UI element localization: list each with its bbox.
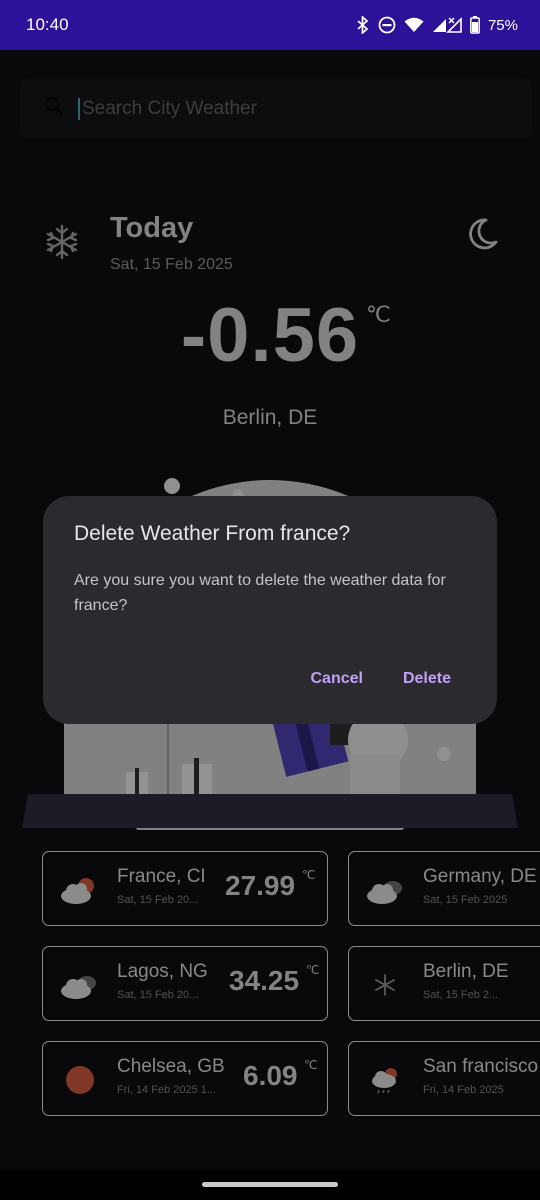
- bluetooth-icon: [356, 16, 370, 34]
- do-not-disturb-icon: [378, 16, 396, 34]
- battery-percent: 75%: [487, 16, 518, 34]
- signal-icon: [432, 16, 462, 34]
- status-time: 10:40: [26, 15, 69, 34]
- status-icons: 75%: [356, 16, 518, 34]
- dialog-message: Are you sure you want to delete the weat…: [74, 572, 446, 614]
- cancel-button[interactable]: Cancel: [311, 670, 363, 688]
- status-bar: 10:40 75%: [0, 0, 540, 50]
- dialog-actions: Cancel Delete: [311, 670, 452, 688]
- navigation-bar: [0, 1170, 540, 1200]
- battery-icon: [470, 16, 480, 34]
- wifi-icon: [404, 17, 424, 33]
- delete-confirm-dialog: Delete Weather From france? Are you sure…: [43, 496, 497, 724]
- delete-button[interactable]: Delete: [403, 670, 451, 688]
- home-gesture-handle[interactable]: [202, 1182, 338, 1187]
- dialog-title: Delete Weather From france?: [74, 522, 351, 545]
